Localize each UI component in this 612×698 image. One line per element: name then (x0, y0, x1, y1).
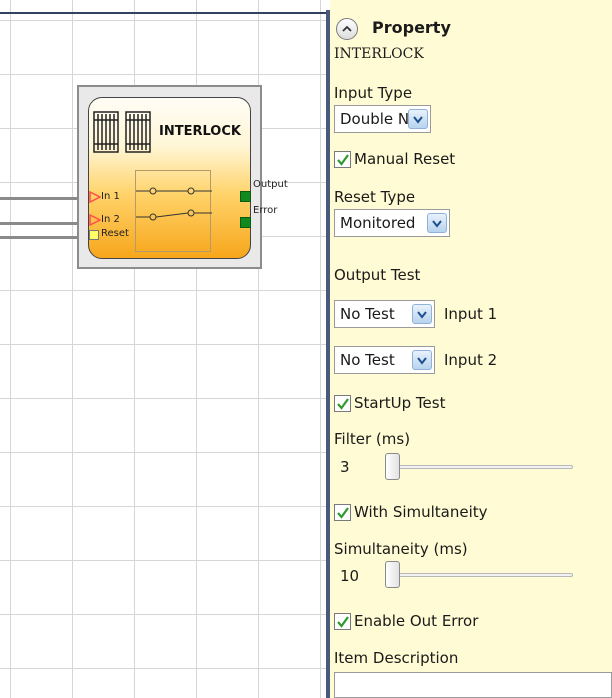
gate-icon (125, 111, 151, 153)
output-test-input1-select[interactable]: No Test (334, 300, 435, 328)
filter-slider-thumb[interactable] (385, 453, 400, 480)
manual-reset-checkbox[interactable] (334, 151, 351, 168)
item-description-label: Item Description (334, 649, 459, 667)
dropdown-button[interactable] (427, 213, 447, 233)
gate-icon (93, 111, 119, 153)
dropdown-button[interactable] (408, 109, 428, 129)
error-port[interactable] (240, 217, 251, 228)
error-label: Error (253, 205, 278, 216)
collapse-up-icon (342, 25, 352, 32)
startup-test-label: StartUp Test (354, 394, 446, 412)
in1-port-icon[interactable] (89, 191, 101, 203)
filter-slider-track[interactable] (385, 465, 573, 469)
input-type-label: Input Type (334, 84, 413, 102)
reset-type-select[interactable]: Monitored (334, 209, 450, 237)
enable-out-error-label: Enable Out Error (354, 612, 479, 630)
reset-type-label: Reset Type (334, 188, 416, 206)
dropdown-button[interactable] (412, 304, 432, 324)
dropdown-button[interactable] (412, 350, 432, 370)
output-port[interactable] (240, 191, 251, 202)
switch-contacts-icon (136, 187, 212, 221)
reset-label: Reset (101, 228, 129, 239)
simultaneity-value: 10 (340, 567, 360, 585)
reset-type-value: Monitored (340, 214, 416, 232)
output-test-input1-label: Input 1 (444, 305, 498, 323)
simultaneity-label: Simultaneity (ms) (334, 540, 468, 558)
output-test-input2-select[interactable]: No Test (334, 346, 435, 374)
checkmark-icon (337, 154, 349, 166)
output-test-input1-value: No Test (340, 305, 395, 323)
in1-label: In 1 (101, 191, 120, 202)
in2-port-icon[interactable] (89, 214, 101, 226)
manual-reset-label: Manual Reset (354, 150, 456, 168)
output-label: Output (253, 179, 288, 190)
with-simultaneity-label: With Simultaneity (354, 503, 488, 521)
startup-test-checkbox[interactable] (334, 395, 351, 412)
switch-symbol-box (135, 170, 212, 252)
filter-label: Filter (ms) (334, 430, 411, 448)
block-name: INTERLOCK (334, 46, 424, 62)
filter-value: 3 (340, 458, 350, 476)
output-test-input2-value: No Test (340, 351, 395, 369)
panel-title: Property (372, 18, 451, 37)
input-type-select[interactable]: Double NC (334, 105, 431, 133)
checkmark-icon (337, 616, 349, 628)
output-test-label: Output Test (334, 266, 421, 284)
enable-out-error-checkbox[interactable] (334, 613, 351, 630)
collapse-button[interactable] (336, 18, 358, 40)
chevron-down-icon (417, 357, 427, 365)
with-simultaneity-checkbox[interactable] (334, 504, 351, 521)
reset-port-icon[interactable] (89, 230, 99, 240)
block-title: INTERLOCK (159, 124, 241, 139)
item-description-field[interactable] (334, 672, 612, 698)
checkmark-icon (337, 398, 349, 410)
chevron-down-icon (413, 116, 423, 124)
simultaneity-slider-track[interactable] (385, 573, 573, 577)
output-test-input2-label: Input 2 (444, 351, 498, 369)
diagram-canvas[interactable]: INTERLOCK In 1 In 2 Reset Output Error (0, 0, 326, 698)
checkmark-icon (337, 507, 349, 519)
chevron-down-icon (417, 311, 427, 319)
chevron-down-icon (432, 220, 442, 228)
in2-label: In 2 (101, 214, 120, 225)
canvas-top-border (0, 0, 326, 14)
property-panel: Property INTERLOCK Input Type Double NC … (330, 0, 612, 698)
interlock-block[interactable]: INTERLOCK In 1 In 2 Reset Output Error (77, 85, 288, 269)
simultaneity-slider-thumb[interactable] (385, 561, 400, 588)
